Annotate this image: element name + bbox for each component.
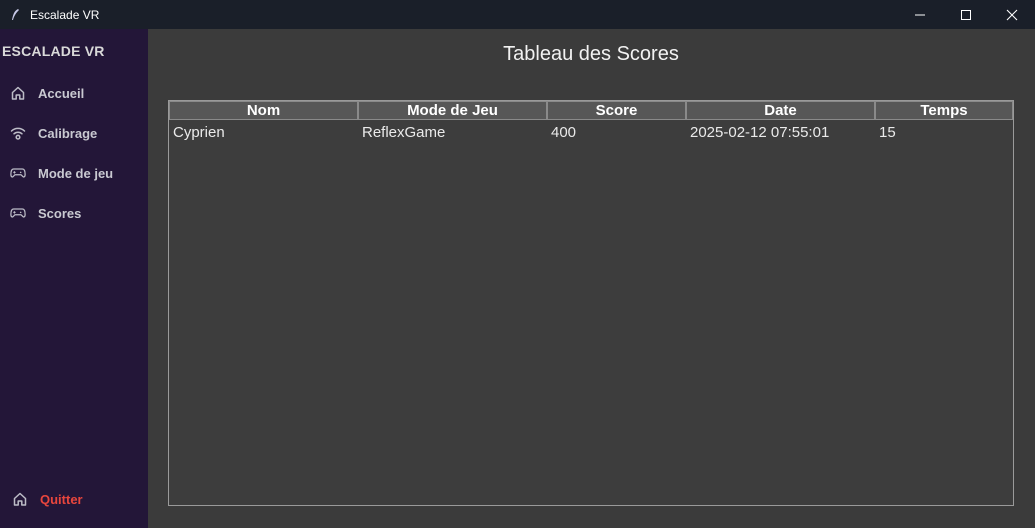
sidebar-item-calibrage[interactable]: Calibrage	[0, 119, 148, 147]
quit-label: Quitter	[40, 491, 83, 507]
title-bar[interactable]: Escalade VR	[0, 0, 1035, 29]
brand-title: ESCALADE VR	[2, 43, 105, 59]
column-header-score[interactable]: Score	[547, 101, 686, 120]
gamepad-icon	[10, 205, 26, 221]
column-header-mode-de-jeu[interactable]: Mode de Jeu	[358, 101, 547, 120]
wifi-icon	[10, 125, 26, 141]
app-window: Escalade VR ESCALADE VR Accueil Calibrag…	[0, 0, 1035, 528]
window-title: Escalade VR	[30, 7, 100, 22]
close-icon	[1006, 9, 1018, 20]
home-icon	[10, 85, 26, 101]
cell-score: 400	[551, 123, 577, 141]
cell-temps: 15	[879, 123, 896, 141]
window-controls	[897, 0, 1035, 29]
sidebar-item-label: Mode de jeu	[38, 165, 114, 181]
column-header-temps[interactable]: Temps	[875, 101, 1013, 120]
close-button[interactable]	[989, 0, 1035, 29]
column-header-date[interactable]: Date	[686, 101, 875, 120]
gamepad-icon	[10, 165, 26, 181]
cell-date: 2025-02-12 07:55:01	[690, 123, 830, 141]
scores-table[interactable]: Nom Mode de Jeu Score Date Temps Cyprien…	[168, 100, 1014, 506]
sidebar-item-label: Accueil	[38, 85, 85, 101]
home-icon	[12, 491, 28, 507]
main-content: Tableau des Scores Nom Mode de Jeu Score…	[148, 29, 1035, 528]
column-header-nom[interactable]: Nom	[169, 101, 358, 120]
sidebar-item-accueil[interactable]: Accueil	[0, 79, 148, 107]
sidebar-item-label: Scores	[38, 205, 82, 221]
table-row[interactable]: Cyprien ReflexGame 400 2025-02-12 07:55:…	[169, 122, 1013, 142]
maximize-icon	[961, 9, 971, 20]
sidebar-item-mode-de-jeu[interactable]: Mode de jeu	[0, 159, 148, 187]
page-title: Tableau des Scores	[503, 43, 679, 65]
sidebar-item-scores[interactable]: Scores	[0, 199, 148, 227]
feather-icon	[10, 8, 20, 22]
cell-mode-de-jeu: ReflexGame	[362, 123, 446, 141]
maximize-button[interactable]	[943, 0, 989, 29]
sidebar: ESCALADE VR Accueil Calibrage Mode de je…	[0, 29, 148, 528]
minimize-icon	[915, 14, 925, 15]
table-header: Nom Mode de Jeu Score Date Temps	[169, 101, 1013, 120]
sidebar-item-label: Calibrage	[38, 125, 98, 141]
cell-nom: Cyprien	[173, 123, 225, 141]
quit-button[interactable]: Quitter	[0, 485, 148, 513]
minimize-button[interactable]	[897, 0, 943, 29]
